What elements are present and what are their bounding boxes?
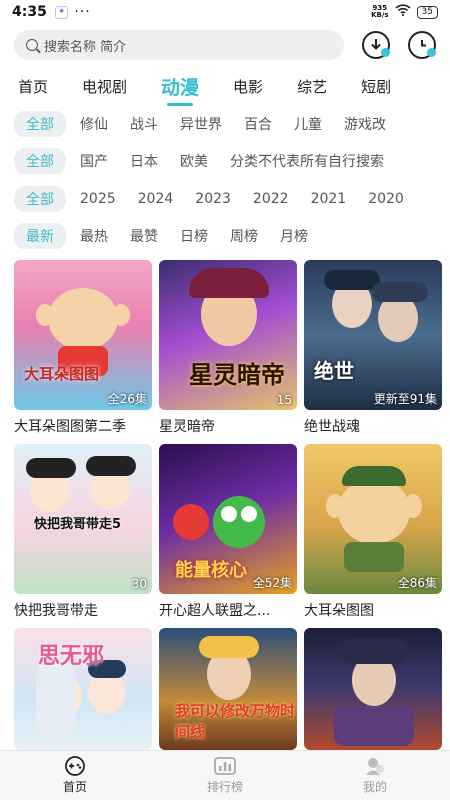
filter-chip[interactable]: 修仙 <box>80 114 108 134</box>
download-button[interactable] <box>362 31 390 59</box>
filter-chip[interactable]: 欧美 <box>180 151 208 171</box>
chart-icon <box>213 756 237 776</box>
poster-image: 我可以修改万物时间线 <box>159 628 297 750</box>
filter-chip[interactable]: 游戏改 <box>344 114 386 134</box>
poster-image: 大耳朵图图 全26集 <box>14 260 152 410</box>
search-icon <box>26 39 38 51</box>
filter-row-year: 全部 2025 2024 2023 2022 2021 2020 <box>14 186 450 212</box>
battery-level: 35 <box>421 6 433 17</box>
poster-art-text: 快把我哥带走5 <box>34 517 122 532</box>
filter-chip[interactable]: 儿童 <box>294 114 322 134</box>
filter-chip[interactable]: 2020 <box>368 191 404 207</box>
content-card[interactable]: 能量核心 全52集 开心超人联盟之... <box>159 444 297 620</box>
poster-art-text: 大耳朵图图 <box>24 365 100 383</box>
tab-short-drama[interactable]: 短剧 <box>361 76 391 97</box>
status-bar: 4:35 ✦ ··· 935 KB/s 35 <box>0 0 450 24</box>
filter-chip[interactable]: 全部 <box>14 148 66 174</box>
episode-badge: 更新至91集 <box>373 392 437 406</box>
filter-chip[interactable]: 2024 <box>138 191 174 207</box>
content-card[interactable] <box>304 628 442 750</box>
filter-chip[interactable]: 百合 <box>244 114 272 134</box>
episode-badge: 15 <box>276 393 292 407</box>
poster-image: 全86集 <box>304 444 442 594</box>
content-title: 星灵暗帝 <box>159 419 215 435</box>
poster-image: 绝世 更新至91集 <box>304 260 442 410</box>
content-title: 大耳朵图图 <box>304 603 374 619</box>
filter-chip[interactable]: 月榜 <box>280 226 308 246</box>
poster-art-text: 绝世 <box>314 359 354 383</box>
filter-chip[interactable]: 日本 <box>130 151 158 171</box>
history-button[interactable] <box>408 31 436 59</box>
filter-chip[interactable]: 战斗 <box>130 114 158 134</box>
filter-chip[interactable]: 全部 <box>14 111 66 137</box>
filter-chip[interactable]: 异世界 <box>180 114 222 134</box>
content-title: 绝世战魂 <box>304 419 360 435</box>
filter-row-sort: 最新 最热 最赞 日榜 周榜 月榜 <box>14 223 450 249</box>
content-card[interactable]: 星灵暗帝 15 星灵暗帝 <box>159 260 297 436</box>
nav-label: 首页 <box>62 780 87 794</box>
nav-ranking[interactable]: 排行榜 <box>150 751 300 800</box>
wifi-icon <box>394 4 411 20</box>
episode-badge: 全26集 <box>107 392 147 406</box>
content-title: 大耳朵图图第二季 <box>14 419 126 435</box>
filter-chip[interactable]: 日榜 <box>180 226 208 246</box>
poster-image: 思无邪 <box>14 628 152 750</box>
content-card[interactable]: 我可以修改万物时间线 <box>159 628 297 750</box>
episode-badge: 全86集 <box>397 576 437 590</box>
filter-row-region: 全部 国产 日本 欧美 分类不代表所有自行搜索 <box>14 148 450 174</box>
tab-home[interactable]: 首页 <box>18 76 48 97</box>
episode-badge: 30 <box>131 577 147 591</box>
category-tabs: 首页 电视剧 动漫 电影 综艺 短剧 <box>0 70 450 106</box>
content-title: 开心超人联盟之... <box>159 603 271 619</box>
poster-image: 快把我哥带走5 30 <box>14 444 152 594</box>
poster-art-text: 能量核心 <box>175 560 247 581</box>
tab-anime[interactable]: 动漫 <box>161 73 199 106</box>
filter-chip[interactable]: 2025 <box>80 191 116 207</box>
download-badge-dot <box>381 48 390 57</box>
filter-chip[interactable]: 2022 <box>253 191 289 207</box>
net-speed: 935 KB/s <box>371 4 389 19</box>
history-badge-dot <box>427 48 436 57</box>
poster-art-text: 我可以修改万物时间线 <box>175 702 296 741</box>
search-input[interactable]: 搜索名称 简介 <box>14 30 344 60</box>
filter-chip[interactable]: 最热 <box>80 226 108 246</box>
tab-variety[interactable]: 综艺 <box>297 76 327 97</box>
nav-profile[interactable]: 我的 <box>300 751 450 800</box>
content-card[interactable]: 快把我哥带走5 30 快把我哥带走 <box>14 444 152 620</box>
more-notifications-icon: ··· <box>74 4 91 20</box>
content-card[interactable]: 绝世 更新至91集 绝世战魂 <box>304 260 442 436</box>
filter-row-genre: 全部 修仙 战斗 异世界 百合 儿童 游戏改 <box>14 111 450 137</box>
tab-movie[interactable]: 电影 <box>233 76 263 97</box>
content-card[interactable]: 大耳朵图图 全26集 大耳朵图图第二季 <box>14 260 152 436</box>
content-card[interactable]: 思无邪 <box>14 628 152 750</box>
filter-chip[interactable]: 最赞 <box>130 226 158 246</box>
tab-tv[interactable]: 电视剧 <box>82 76 127 97</box>
poster-art-text: 思无邪 <box>38 644 105 669</box>
nav-label: 我的 <box>362 780 387 794</box>
filter-chip[interactable]: 2021 <box>311 191 347 207</box>
notification-icon: ✦ <box>54 5 69 19</box>
filter-chip[interactable]: 国产 <box>80 151 108 171</box>
poster-image: 能量核心 全52集 <box>159 444 297 594</box>
nav-home[interactable]: 首页 <box>0 751 150 800</box>
bottom-nav: 首页 排行榜 我的 <box>0 750 450 800</box>
profile-icon <box>363 756 387 776</box>
poster-image <box>304 628 442 750</box>
search-row: 搜索名称 简介 <box>14 30 436 60</box>
nav-label: 排行榜 <box>206 780 243 794</box>
poster-image: 星灵暗帝 15 <box>159 260 297 410</box>
episode-badge: 全52集 <box>252 576 292 590</box>
filter-chip[interactable]: 全部 <box>14 186 66 212</box>
search-placeholder: 搜索名称 简介 <box>44 39 127 55</box>
filter-chip[interactable]: 最新 <box>14 223 66 249</box>
content-title: 快把我哥带走 <box>14 603 98 619</box>
battery-icon: 35 <box>416 5 438 19</box>
filter-chip[interactable]: 周榜 <box>230 226 258 246</box>
status-time: 4:35 <box>12 4 47 20</box>
poster-art-text: 星灵暗帝 <box>189 361 285 389</box>
filter-chip[interactable]: 分类不代表所有自行搜索 <box>230 151 384 171</box>
gamepad-icon <box>63 756 87 776</box>
filter-chip[interactable]: 2023 <box>195 191 231 207</box>
content-card[interactable]: 全86集 大耳朵图图 <box>304 444 442 620</box>
